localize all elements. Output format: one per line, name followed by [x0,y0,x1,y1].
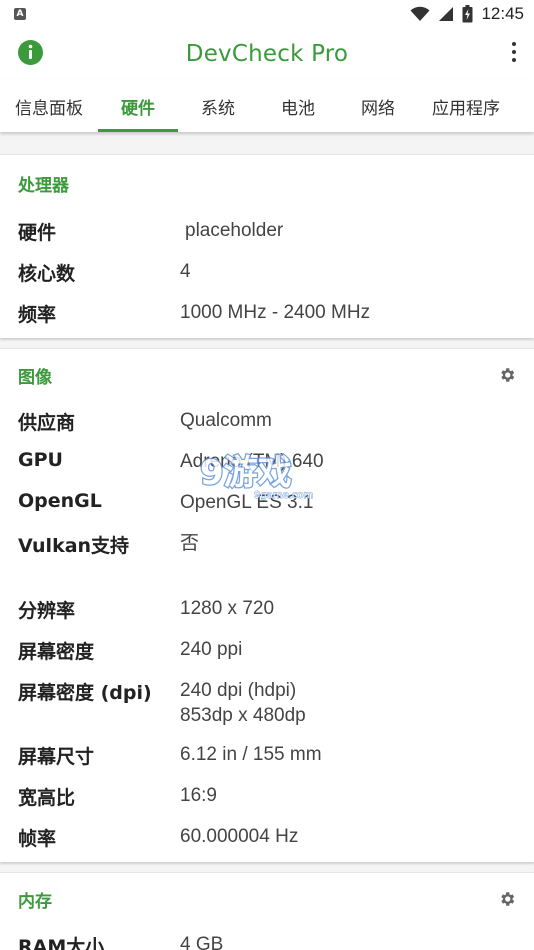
row-value: 否 [180,533,200,554]
row-label: 分辨率 [18,600,76,622]
tab-hardware[interactable]: 硬件 [98,80,178,132]
status-icons: 12:45 [410,4,524,24]
info-row: 屏幕尺寸 6.12 in / 155 mm [18,735,516,776]
card-header: 内存 [18,873,516,925]
row-label: 硬件 [18,222,57,244]
info-row: 帧率 60.000004 Hz [18,817,516,858]
screen: A 12:45 DevCheck Pro 信息面板 硬件 系统 电池 网络 应用… [0,0,534,950]
status-time: 12:45 [481,4,524,23]
memory-card: 内存 RAM大小 4 GB [0,872,534,950]
gear-icon[interactable] [498,890,516,908]
content: 处理器 硬件 placeholder 核心数 4 频率 1000 MHz - 2… [0,132,534,950]
tab-network[interactable]: 网络 [338,80,418,132]
card-header: 图像 [18,349,516,401]
app-bar: DevCheck Pro [0,28,534,80]
signal-icon [439,7,454,21]
info-row: 核心数 4 [18,252,516,293]
graphics-card: 图像 供应商 Qualcomm GPU Adreno (TM) 640 Open… [0,348,534,862]
row-label: RAM大小 [18,936,105,950]
row-value: 4 [180,261,191,282]
row-value: 240 dpi (hdpi) 853dp x 480dp [180,678,306,728]
tab-dashboard[interactable]: 信息面板 [0,80,98,132]
info-row: 频率 1000 MHz - 2400 MHz [18,293,516,334]
row-label: 屏幕尺寸 [18,746,95,768]
more-vert-icon[interactable] [510,42,518,64]
battery-charging-icon [462,5,473,23]
row-label: 供应商 [18,412,76,434]
row-value: OpenGL ES 3.1 [180,492,314,513]
info-circle-icon[interactable] [17,39,44,66]
row-label: 核心数 [18,263,76,285]
row-value-line: 240 dpi (hdpi) [180,680,297,701]
row-value: 4 GB [180,934,224,950]
row-value: 6.12 in / 155 mm [180,744,322,765]
row-label: 帧率 [18,828,57,850]
tab-apps[interactable]: 应用程序 [418,80,514,132]
row-value: 1280 x 720 [180,598,275,619]
info-row: 分辨率 1280 x 720 [18,589,516,630]
row-label: 宽高比 [18,787,76,809]
row-value: placeholder [185,220,284,241]
notification-icon: A [14,8,26,20]
row-value: Adreno (TM) 640 [180,451,324,472]
info-row: OpenGL OpenGL ES 3.1 [18,483,516,524]
row-value: Qualcomm [180,410,272,431]
row-label: 屏幕密度 (dpi) [18,682,152,704]
gear-icon[interactable] [498,366,516,384]
info-row: GPU Adreno (TM) 640 [18,442,516,483]
info-row: 屏幕密度 240 ppi [18,630,516,671]
tab-battery[interactable]: 电池 [258,80,338,132]
tab-system[interactable]: 系统 [178,80,258,132]
card-title: 图像 [18,367,52,388]
info-row: 供应商 Qualcomm [18,401,516,442]
row-value: 60.000004 Hz [180,826,299,847]
card-title: 处理器 [18,175,69,196]
row-value: 1000 MHz - 2400 MHz [180,302,371,323]
row-label: OpenGL [18,490,102,512]
tab-bar: 信息面板 硬件 系统 电池 网络 应用程序 [0,80,534,132]
status-bar: A 12:45 [0,0,534,28]
row-label: Vulkan支持 [18,535,130,557]
wifi-icon [410,6,430,21]
row-value: 240 ppi [180,639,243,660]
row-value-line: 853dp x 480dp [180,705,306,726]
info-row: Vulkan支持 否 [18,524,516,565]
app-title: DevCheck Pro [185,41,349,67]
row-label: 频率 [18,304,57,326]
card-header: 处理器 [18,155,516,211]
card-title: 内存 [18,891,52,912]
info-row: 屏幕密度 (dpi) 240 dpi (hdpi) 853dp x 480dp [18,671,516,735]
info-row: 宽高比 16:9 [18,776,516,817]
row-value: 16:9 [180,785,217,806]
row-label: 屏幕密度 [18,641,95,663]
info-row: 硬件 placeholder [18,211,516,252]
row-label: GPU [18,449,63,471]
info-row: RAM大小 4 GB [18,925,516,950]
processor-card: 处理器 硬件 placeholder 核心数 4 频率 1000 MHz - 2… [0,154,534,338]
